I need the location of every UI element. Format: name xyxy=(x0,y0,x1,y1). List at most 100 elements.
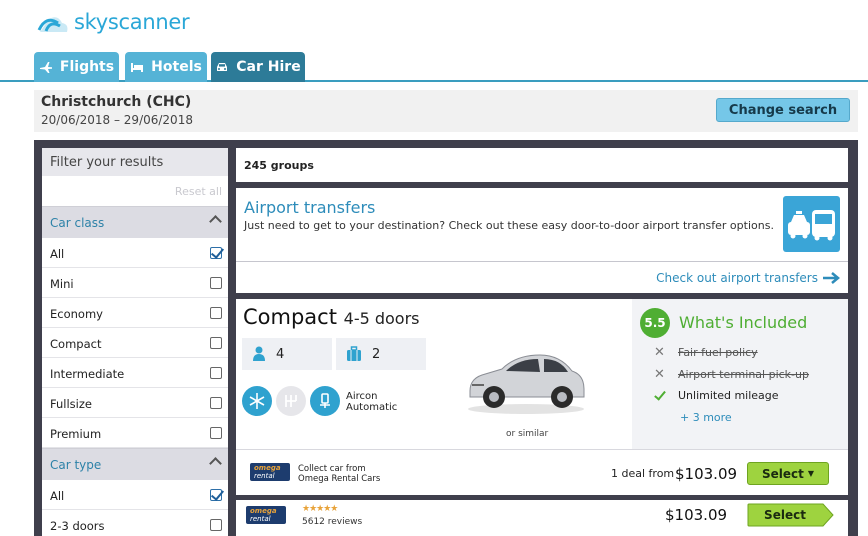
rating-badge: 5.5 xyxy=(640,308,670,338)
option-label: Premium xyxy=(50,427,102,441)
manual-gearbox-icon xyxy=(276,386,306,416)
airport-transfers-card: Airport transfers Just need to get to yo… xyxy=(236,188,848,293)
pickup-location: Christchurch (CHC) xyxy=(41,94,192,110)
divider xyxy=(236,449,848,450)
airport-transfers-link[interactable]: Check out airport transfers xyxy=(656,271,840,285)
included-item: ✕ Airport terminal pick-up xyxy=(654,367,809,382)
car-doors: 4-5 doors xyxy=(343,309,420,328)
groups-count: 245 groups xyxy=(236,148,848,182)
offer-row: omega rental cars ★★★★★ 5612 reviews $10… xyxy=(236,500,848,536)
review-count[interactable]: 5612 reviews xyxy=(302,517,362,527)
checkbox[interactable] xyxy=(210,337,222,349)
divider xyxy=(236,261,848,262)
tab-flights[interactable]: Flights xyxy=(34,52,119,82)
checkbox[interactable] xyxy=(210,307,222,319)
logo-text: omega xyxy=(254,464,281,472)
filter-option-2-3-doors[interactable]: 2-3 doors xyxy=(42,510,228,536)
option-label: 2-3 doors xyxy=(50,519,105,533)
cross-icon: ✕ xyxy=(654,367,665,382)
deal-count: 1 deal from xyxy=(611,467,675,480)
cross-icon: ✕ xyxy=(654,345,665,360)
checkbox[interactable] xyxy=(210,427,222,439)
transfers-description: Just need to get to your destination? Ch… xyxy=(244,219,774,232)
filter-option-mini[interactable]: Mini xyxy=(42,268,228,298)
taxi-bus-icon xyxy=(783,196,840,252)
checkbox[interactable] xyxy=(210,367,222,379)
skyscanner-logo[interactable]: skyscanner xyxy=(36,10,190,34)
checkbox[interactable] xyxy=(210,247,222,259)
change-search-button[interactable]: Change search xyxy=(716,98,850,122)
tab-label: Hotels xyxy=(151,59,202,75)
car-result-card: Compact 4-5 doors 4 2 Aircon Automatic o… xyxy=(236,299,848,495)
bags-count: 2 xyxy=(372,346,381,362)
more-included-link[interactable]: + 3 more xyxy=(680,411,732,424)
car-type-header[interactable]: Car type xyxy=(42,448,228,480)
search-summary: Christchurch (CHC) 20/06/2018 – 29/06/20… xyxy=(34,90,858,132)
checkbox[interactable] xyxy=(210,397,222,409)
option-label: Intermediate xyxy=(50,367,125,381)
filter-option-all-types[interactable]: All xyxy=(42,480,228,510)
seats-spec: 4 xyxy=(242,338,332,370)
checkbox[interactable] xyxy=(210,277,222,289)
filter-sidebar: Filter your results Reset all Car class … xyxy=(42,148,228,536)
feature-aircon: Aircon xyxy=(346,391,378,402)
bed-icon xyxy=(131,63,144,72)
option-label: All xyxy=(50,247,65,261)
tab-hotels[interactable]: Hotels xyxy=(125,52,207,82)
included-item: ✕ Fair fuel policy xyxy=(654,345,758,360)
item-label: Fair fuel policy xyxy=(678,346,758,359)
filter-option-compact[interactable]: Compact xyxy=(42,328,228,358)
car-class-header[interactable]: Car class xyxy=(42,206,228,238)
car-features xyxy=(242,386,340,416)
reset-all-link[interactable]: Reset all xyxy=(42,176,228,206)
car-class: Compact xyxy=(243,305,337,329)
transfers-title[interactable]: Airport transfers xyxy=(244,198,375,217)
checkbox[interactable] xyxy=(210,489,222,501)
omega-rental-cars-logo: omega rental cars xyxy=(246,506,286,524)
chevron-up-icon xyxy=(209,215,222,228)
arrow-right-icon xyxy=(823,272,840,284)
sunrise-cloud-icon xyxy=(37,17,68,32)
omega-rental-cars-logo: omega rental cars xyxy=(250,463,290,481)
whats-included-title: What's Included xyxy=(679,313,808,332)
bags-spec: 2 xyxy=(336,338,426,370)
option-label: Fullsize xyxy=(50,397,92,411)
tab-label: Car Hire xyxy=(236,59,301,75)
car-price: $103.09 xyxy=(675,465,738,483)
filter-option-fullsize[interactable]: Fullsize xyxy=(42,388,228,418)
section-heading: Car type xyxy=(50,458,102,472)
suitcase-icon xyxy=(347,346,361,361)
automatic-gearbox-icon xyxy=(310,386,340,416)
person-icon xyxy=(253,346,265,361)
tab-label: Flights xyxy=(59,59,115,75)
select-button[interactable]: Select xyxy=(747,503,823,526)
option-label: Compact xyxy=(50,337,102,351)
filter-option-premium[interactable]: Premium xyxy=(42,418,228,448)
snowflake-icon xyxy=(242,386,272,416)
button-label: Select xyxy=(764,507,806,522)
collect-label: Collect car from xyxy=(298,464,366,474)
select-dropdown-button[interactable]: Select ▼ xyxy=(747,462,829,485)
section-heading: Car class xyxy=(50,216,105,230)
checkbox[interactable] xyxy=(210,519,222,531)
seats-count: 4 xyxy=(276,346,285,362)
brand-name: skyscanner xyxy=(74,10,190,34)
check-icon xyxy=(654,391,666,401)
feature-labels: Aircon Automatic xyxy=(346,391,397,413)
filter-option-all[interactable]: All xyxy=(42,238,228,268)
collect-info: Collect car from Omega Rental Cars xyxy=(298,464,380,484)
car-icon xyxy=(217,63,228,71)
offer-price: $103.09 xyxy=(665,506,728,524)
option-label: Mini xyxy=(50,277,74,291)
option-label: All xyxy=(50,489,65,503)
filter-option-intermediate[interactable]: Intermediate xyxy=(42,358,228,388)
product-tabs: Flights Hotels Car Hire xyxy=(0,52,868,82)
item-label: Unlimited mileage xyxy=(678,389,779,402)
tab-car-hire[interactable]: Car Hire xyxy=(211,52,305,82)
car-image xyxy=(468,354,585,414)
filter-title: Filter your results xyxy=(42,148,228,176)
or-similar-label: or similar xyxy=(506,429,549,439)
filter-option-economy[interactable]: Economy xyxy=(42,298,228,328)
plane-icon xyxy=(39,62,52,73)
link-label: Check out airport transfers xyxy=(656,271,818,285)
